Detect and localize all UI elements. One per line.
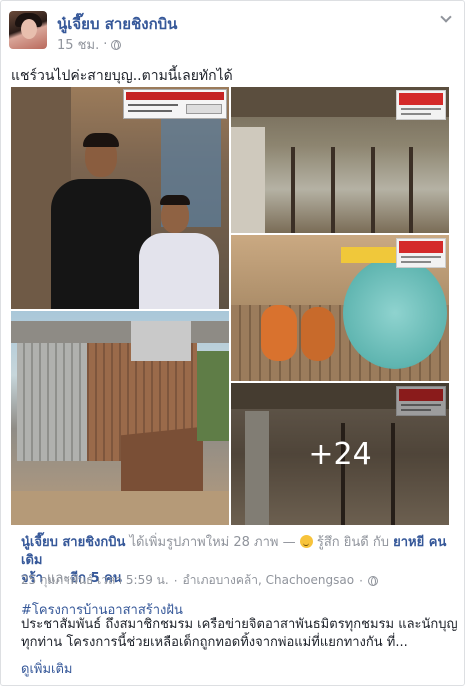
photo-3[interactable] (231, 235, 449, 381)
author-name[interactable]: นู๋เจี๊ยบ สายชิงกบิน (57, 12, 177, 36)
photo-stilt (409, 147, 413, 233)
photo-5[interactable]: +24 (231, 383, 449, 525)
more-photos-overlay[interactable]: +24 (231, 383, 449, 525)
date-separator: · (173, 573, 178, 588)
shared-location[interactable]: อำเภอบางคล้า, Chachoengsao (183, 571, 355, 590)
photo-pillar (231, 127, 265, 233)
avatar-face (21, 19, 37, 39)
man-body (51, 179, 151, 309)
man-hair (83, 133, 119, 147)
shared-date[interactable]: 25 กุมภาพันธ์ เวลา 5:59 น. (21, 571, 169, 590)
smiley-icon (299, 535, 313, 548)
chevron-down-icon[interactable] (440, 11, 452, 23)
globe-icon[interactable] (111, 39, 122, 50)
photo-1[interactable] (11, 87, 229, 309)
author-avatar[interactable] (9, 11, 47, 49)
watermark-logo (396, 90, 446, 120)
photo-stilt (371, 147, 375, 233)
boy-hair (160, 195, 190, 205)
photo-ground (11, 491, 229, 525)
see-more-link[interactable]: ดูเพิ่มเติม (21, 658, 72, 679)
post-meta: 15 ชม. · (57, 34, 122, 55)
watermark-logo (396, 238, 446, 268)
shared-description: ประชาสัมพันธ์ ถึงสมาชิกชมรม เครือข่ายจิต… (21, 617, 458, 650)
meta-separator: · (103, 37, 108, 52)
shared-author[interactable]: นู๋เจี๊ยบ สายชิงกบิน (21, 535, 125, 550)
photo-4[interactable] (11, 311, 229, 525)
photo-tree (197, 351, 229, 441)
post-text: แชร์วนไปค่ะสายบุญ..ตามนี้เลยทักได้ (11, 68, 233, 84)
date-separator: · (359, 573, 363, 588)
shared-action: ได้เพิ่มรูปภาพใหม่ 28 ภาพ — (125, 535, 300, 550)
photo-stilt (331, 147, 335, 233)
photo-2[interactable] (231, 87, 449, 233)
yellow-cloth (341, 247, 401, 263)
shared-date-line: 25 กุมภาพันธ์ เวลา 5:59 น. · อำเภอบางคล้… (21, 571, 378, 590)
post-card: นู๋เจี๊ยบ สายชิงกบิน 15 ชม. · แชร์วนไปค่… (0, 0, 465, 686)
photo-banner (123, 89, 227, 119)
globe-icon[interactable] (367, 575, 378, 586)
post-time[interactable]: 15 ชม. (57, 34, 99, 55)
photo-stilt (291, 147, 295, 233)
shack-roof (11, 321, 229, 343)
boy-body (139, 233, 219, 309)
shoe-right (301, 307, 335, 361)
more-photos-count: +24 (308, 436, 372, 472)
shack-wall-light (17, 343, 87, 461)
shared-feeling: รู้สึก ยินดี กับ (312, 535, 394, 550)
basin (343, 257, 447, 369)
shack-cloth (131, 321, 191, 361)
shoe-left (261, 305, 297, 361)
